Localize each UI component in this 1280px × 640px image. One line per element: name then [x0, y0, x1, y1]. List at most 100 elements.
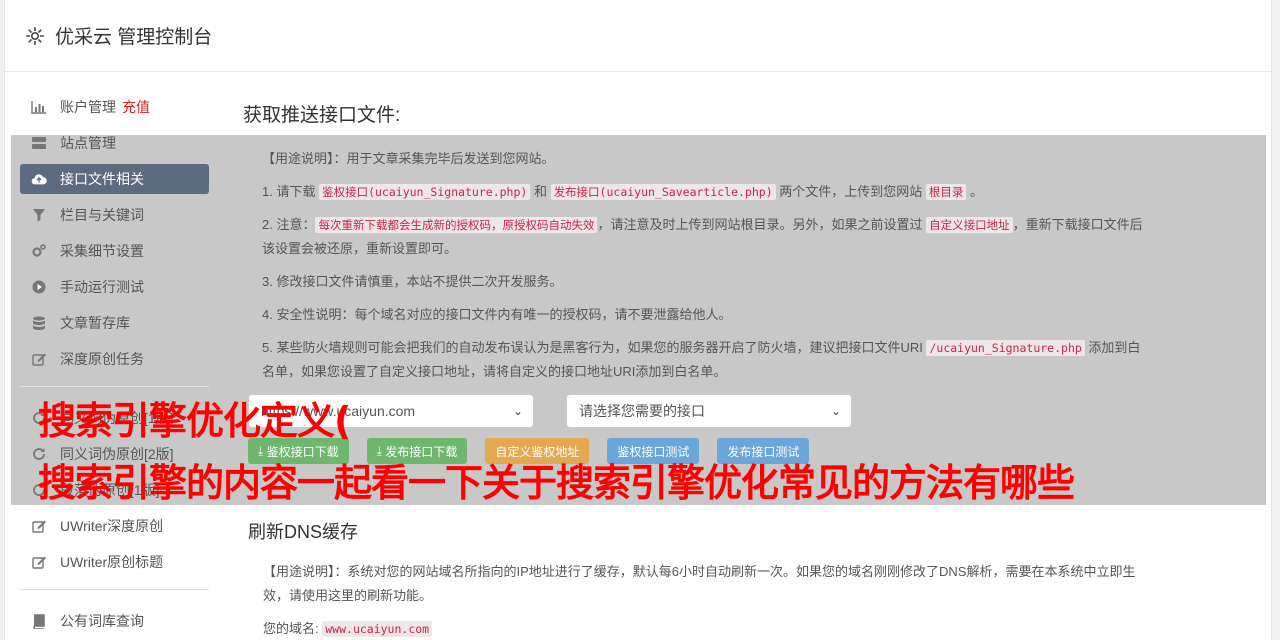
usage-description: 【用途说明】：用于文章采集完毕后发送到您网站。 1. 请下载 鉴权接口(ucai… — [243, 147, 1143, 384]
sidebar-item-label: 段落伪原创[1版] — [60, 482, 160, 498]
download-icon: ⤓ — [258, 443, 267, 458]
cloud-upload-icon — [31, 171, 47, 187]
button-label: 自定义鉴权地址 — [495, 444, 580, 459]
bar-chart-icon — [31, 99, 47, 115]
sidebar-item-label: 深度原创任务 — [60, 351, 144, 367]
test-publish-button[interactable]: 发布接口测试 — [717, 438, 810, 464]
sidebar: 账户管理 充值 站点管理 接口文件相关 栏目与关键词 采集细节设置 手动运行测试 — [20, 92, 209, 640]
database-icon — [31, 315, 47, 331]
select-row: https://www.ucaiyun.com ⌄ 请选择您需要的接口 ⌄ — [248, 394, 852, 428]
play-circle-icon — [31, 279, 47, 295]
inline-code: 根目录 — [925, 184, 967, 200]
sidebar-item-paragraph-v1[interactable]: 段落伪原创[1版] — [20, 475, 209, 505]
chevron-down-icon: ⌄ — [830, 404, 841, 418]
button-row: ⤓ 鉴权接口下载 ⤓ 发布接口下载 自定义鉴权地址 鉴权接口测试 发布接口测试 — [248, 438, 810, 464]
api-select[interactable]: 请选择您需要的接口 ⌄ — [566, 394, 852, 428]
dns-usage: 【用途说明】：系统对您的网站域名所指向的IP地址进行了缓存，默认每6小时自动刷新… — [263, 560, 1148, 608]
usage-text: ：用于文章采集完毕后发送到您网站。 — [333, 151, 555, 166]
sidebar-item-label: 同义词伪原创[2版] — [60, 446, 174, 462]
sidebar-item-label: 站点管理 — [60, 135, 116, 151]
usage-label: 【用途说明】 — [263, 564, 335, 579]
step-4: 4. 安全性说明：每个域名对应的接口文件内有唯一的授权码，请不要泄露给他人。 — [262, 307, 732, 322]
site-select[interactable]: https://www.ucaiyun.com ⌄ — [248, 394, 534, 428]
sidebar-item-label: 手动运行测试 — [60, 279, 144, 295]
chevron-down-icon: ⌄ — [512, 404, 523, 418]
sidebar-item-uwriter-title[interactable]: UWriter原创标题 — [20, 547, 209, 577]
step-1: 1. 请下载 鉴权接口(ucaiyun_Signature.php) 和 发布接… — [262, 180, 1143, 204]
inline-code: 发布接口(ucaiyun_Savearticle.php) — [550, 184, 776, 200]
usage-text: ：系统对您的网站域名所指向的IP地址进行了缓存，默认每6小时自动刷新一次。如果您… — [263, 564, 1136, 603]
inline-code: 鉴权接口(ucaiyun_Signature.php) — [319, 184, 531, 200]
sidebar-item-account[interactable]: 账户管理 充值 — [20, 92, 209, 122]
sidebar-item-label: 接口文件相关 — [60, 171, 144, 187]
button-label: 发布接口测试 — [727, 444, 800, 459]
sidebar-item-columns[interactable]: 栏目与关键词 — [20, 200, 209, 230]
sidebar-item-synonym-v2[interactable]: 同义词伪原创[2版] — [20, 439, 209, 469]
edit-icon — [31, 518, 47, 534]
step-text: 1. 请下载 — [262, 184, 320, 199]
usage-line: 【用途说明】：用于文章采集完毕后发送到您网站。 — [262, 147, 1143, 171]
sidebar-item-label: 同义词伪原创[1版] — [60, 410, 174, 426]
button-label: 鉴权接口测试 — [617, 444, 690, 459]
dns-description: 【用途说明】：系统对您的网站域名所指向的IP地址进行了缓存，默认每6小时自动刷新… — [248, 560, 1148, 640]
sidebar-item-uwriter-deep[interactable]: UWriter深度原创 — [20, 511, 209, 541]
dns-title: 刷新DNS缓存 — [248, 522, 359, 542]
sidebar-item-interface-files[interactable]: 接口文件相关 — [20, 164, 209, 194]
step-text: ，请注意及时上传到网站根目录。另外，如果之前设置过 — [597, 217, 927, 232]
site-select-value: https://www.ucaiyun.com — [261, 403, 416, 419]
dns-section: 刷新DNS缓存 【用途说明】：系统对您的网站域名所指向的IP地址进行了缓存，默认… — [248, 518, 1148, 640]
sidebar-item-collect-settings[interactable]: 采集细节设置 — [20, 236, 209, 266]
sidebar-item-label: 采集细节设置 — [60, 243, 144, 259]
sidebar-item-label: 账户管理 — [60, 99, 116, 115]
app-title: 优采云 管理控制台 — [55, 27, 213, 48]
sidebar-item-label: 栏目与关键词 — [60, 207, 144, 223]
sidebar-item-sites[interactable]: 站点管理 — [20, 128, 209, 158]
domain-label: 您的域名: — [263, 621, 319, 636]
api-select-value: 请选择您需要的接口 — [579, 403, 705, 419]
sidebar-item-manual-run[interactable]: 手动运行测试 — [20, 272, 209, 302]
sidebar-item-public-dict[interactable]: 公有词库查询 — [20, 606, 209, 636]
step-5: 5. 某些防火墙规则可能会把我们的自动发布误认为是黑客行为，如果您的服务器开启了… — [262, 336, 1143, 384]
domain-value: www.ucaiyun.com — [322, 621, 433, 637]
inline-code: 每次重新下载都会生成新的授权码，原授权码自动失效 — [315, 217, 598, 233]
refresh-icon — [31, 482, 47, 498]
button-label: 发布接口下载 — [385, 444, 458, 459]
edit-icon — [31, 351, 47, 367]
page-title: 获取推送接口文件: — [243, 105, 401, 126]
main-content: 获取推送接口文件: 【用途说明】：用于文章采集完毕后发送到您网站。 1. 请下载… — [243, 100, 1243, 393]
sidebar-item-deep-original[interactable]: 深度原创任务 — [20, 344, 209, 374]
usage-label: 【用途说明】 — [262, 151, 334, 166]
step-2: 2. 注意： 每次重新下载都会生成新的授权码，原授权码自动失效 ，请注意及时上传到网… — [262, 213, 1143, 261]
filter-icon — [31, 207, 47, 223]
refresh-icon — [31, 410, 47, 426]
cogs-icon — [31, 243, 47, 259]
edit-icon — [31, 554, 47, 570]
download-publish-button[interactable]: ⤓ 发布接口下载 — [366, 438, 468, 464]
step-text: 两个文件，上传到您网站 — [775, 184, 926, 199]
refresh-icon — [31, 446, 47, 462]
step-text: 5. 某些防火墙规则可能会把我们的自动发布误认为是黑客行为，如果您的服务器开启了… — [262, 340, 927, 355]
dns-domain-line: 您的域名: www.ucaiyun.com — [263, 617, 1148, 640]
sidebar-divider — [20, 589, 209, 590]
book-icon — [31, 613, 47, 629]
custom-auth-url-button[interactable]: 自定义鉴权地址 — [485, 438, 590, 464]
top-bar: 优采云 管理控制台 — [5, 0, 1271, 72]
sidebar-item-label: 公有词库查询 — [60, 613, 144, 629]
gear-icon — [25, 26, 45, 46]
sidebar-item-synonym-v1[interactable]: 同义词伪原创[1版] — [20, 403, 209, 433]
step-text: 和 — [530, 184, 551, 199]
inline-code: /ucaiyun_Signature.php — [926, 340, 1085, 356]
button-label: 鉴权接口下载 — [266, 444, 339, 459]
download-icon: ⤓ — [376, 443, 386, 458]
recharge-link[interactable]: 充值 — [122, 97, 150, 117]
sidebar-item-label: UWriter原创标题 — [60, 554, 164, 570]
download-signature-button[interactable]: ⤓ 鉴权接口下载 — [248, 438, 349, 464]
sidebar-item-label: 文章暂存库 — [60, 315, 130, 331]
step-3: 3. 修改接口文件请慎重，本站不提供二次开发服务。 — [262, 274, 563, 289]
step-text: 。 — [966, 184, 984, 199]
sidebar-item-article-storage[interactable]: 文章暂存库 — [20, 308, 209, 338]
sidebar-divider — [20, 386, 209, 387]
test-signature-button[interactable]: 鉴权接口测试 — [607, 438, 700, 464]
step-text: 2. 注意： — [262, 217, 316, 232]
sidebar-item-label: UWriter深度原创 — [60, 518, 164, 534]
